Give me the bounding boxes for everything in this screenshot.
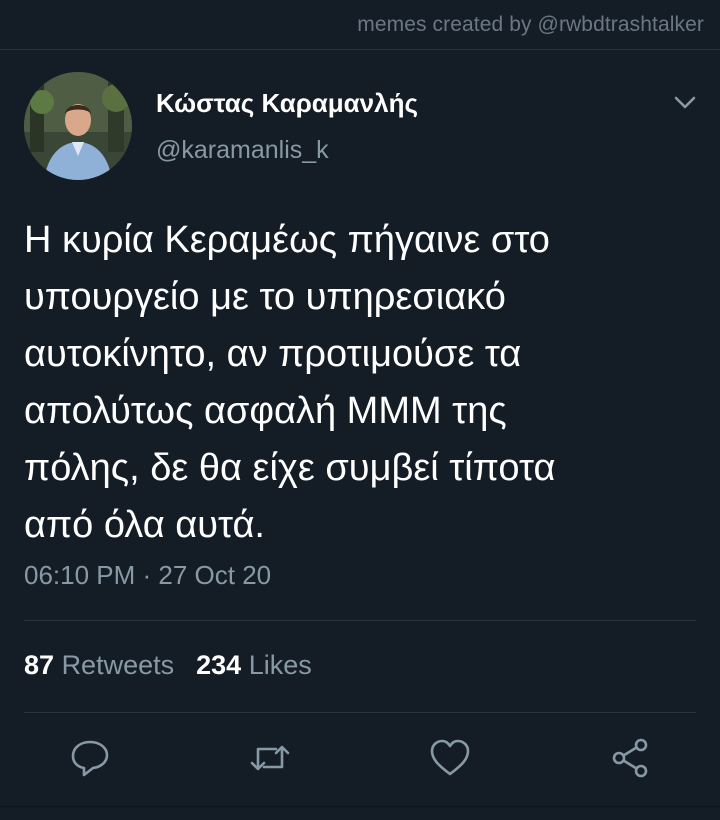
watermark-bar: memes created by @rwbdtrashtalker [0,0,720,50]
avatar[interactable] [24,72,132,180]
tweet-stats: 87 Retweets 234 Likes [24,650,312,681]
likes-label: Likes [248,650,312,680]
tweet-line: υπουργείο με το υπηρεσιακό [24,276,506,318]
tweet-line: απολύτως ασφαλή ΜΜΜ της [24,390,507,432]
tweet-line: Η κυρία Κεραμέως πήγαινε στο [24,219,550,261]
share-icon[interactable] [608,736,652,780]
retweets-label: Retweets [61,650,175,680]
retweets-count: 87 [24,650,55,680]
author-handle[interactable]: @karamanlis_k [156,136,329,165]
tweet-timestamp[interactable]: 06:10 PM · 27 Oct 20 [24,560,271,591]
avatar-photo [24,72,132,180]
author-name[interactable]: Κώστας Καραμανλής [156,88,418,119]
tweet-actions [0,736,720,784]
likes-stat[interactable]: 234 Likes [196,650,312,680]
tweet-line: από όλα αυτά. [24,504,265,546]
retweets-stat[interactable]: 87 Retweets [24,650,174,680]
chevron-down-icon[interactable] [672,89,698,115]
bottom-border [0,806,720,807]
tweet-text: Η κυρία Κεραμέως πήγαινε στο υπουργείο μ… [24,212,704,554]
retweet-icon[interactable] [248,736,292,780]
divider [24,620,696,621]
tweet-line: πόλης, δε θα είχε συμβεί τίποτα [24,447,556,489]
tweet-line: αυτοκίνητο, αν προτιμούσε τα [24,333,522,375]
likes-count: 234 [196,650,242,680]
divider [24,712,696,713]
watermark-text: memes created by @rwbdtrashtalker [357,13,704,36]
heart-icon[interactable] [428,736,472,780]
reply-icon[interactable] [68,736,112,780]
